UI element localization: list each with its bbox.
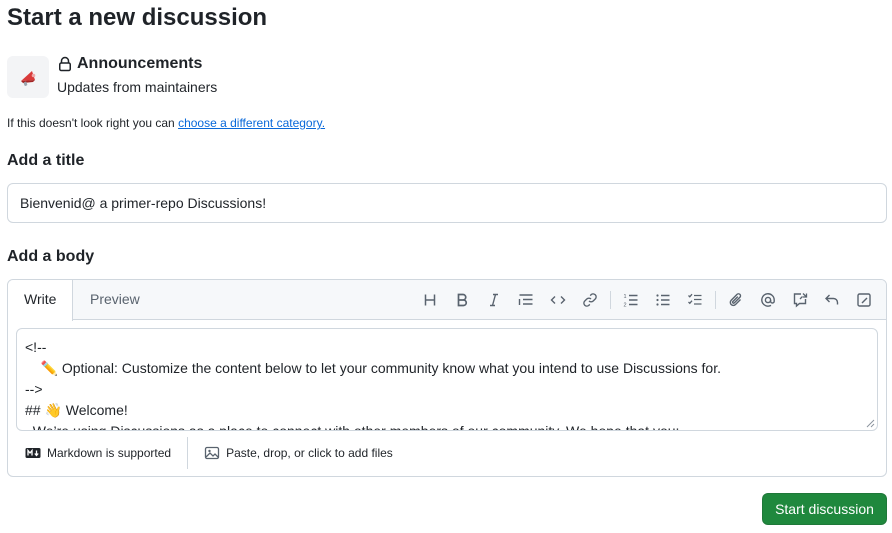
- change-category-link[interactable]: choose a different category.: [178, 116, 325, 130]
- bold-icon[interactable]: [446, 286, 478, 314]
- tab-write[interactable]: Write: [8, 280, 73, 321]
- start-discussion-button[interactable]: Start discussion: [762, 493, 887, 525]
- markdown-help[interactable]: Markdown is supported: [8, 437, 189, 469]
- link-icon[interactable]: [574, 286, 606, 314]
- editor-footer: Markdown is supported Paste, drop, or cl…: [8, 437, 886, 469]
- attach-label: Paste, drop, or click to add files: [226, 446, 393, 460]
- body-line: <!--: [25, 339, 47, 355]
- quote-icon[interactable]: [510, 286, 542, 314]
- fullscreen-icon[interactable]: [848, 286, 880, 314]
- body-line: We’re using Discussions as a place to co…: [25, 423, 680, 431]
- lock-icon: [59, 56, 71, 72]
- editor-header: Write Preview 12: [8, 280, 886, 321]
- task-list-icon[interactable]: [679, 286, 711, 314]
- page-title: Start a new discussion: [7, 4, 268, 31]
- code-icon[interactable]: [542, 286, 574, 314]
- numbered-list-icon[interactable]: 12: [615, 286, 647, 314]
- category-description: Updates from maintainers: [57, 79, 218, 95]
- markdown-label: Markdown is supported: [47, 446, 172, 460]
- reference-icon[interactable]: [784, 286, 816, 314]
- megaphone-icon: [21, 71, 36, 86]
- resize-handle[interactable]: [866, 419, 875, 428]
- title-input[interactable]: [7, 183, 887, 223]
- category-header: Announcements: [57, 55, 202, 73]
- title-label: Add a title: [7, 152, 85, 169]
- bulleted-list-icon[interactable]: [647, 286, 679, 314]
- svg-text:2: 2: [624, 303, 627, 309]
- body-label: Add a body: [7, 248, 95, 265]
- mention-icon[interactable]: [752, 286, 784, 314]
- body-editor: Write Preview 12 <!-- ✏️ Optional: Custo…: [7, 279, 887, 477]
- category-hint: If this doesn't look right you can choos…: [7, 116, 325, 130]
- image-icon: [204, 446, 220, 460]
- italic-icon[interactable]: [478, 286, 510, 314]
- category-icon-tile: [7, 56, 49, 98]
- svg-text:1: 1: [624, 294, 627, 300]
- category-name: Announcements: [77, 55, 203, 72]
- attach-icon[interactable]: [720, 286, 752, 314]
- hint-text: If this doesn't look right you can: [7, 116, 179, 130]
- markdown-toolbar: 12: [414, 280, 880, 320]
- body-line: -->: [25, 381, 43, 397]
- body-textarea[interactable]: <!-- ✏️ Optional: Customize the content …: [16, 328, 878, 431]
- toolbar-divider: [610, 291, 611, 309]
- attach-files[interactable]: Paste, drop, or click to add files: [188, 437, 409, 469]
- undo-icon[interactable]: [816, 286, 848, 314]
- heading-icon[interactable]: [414, 286, 446, 314]
- body-line: ## 👋 Welcome!: [25, 402, 128, 418]
- toolbar-divider: [715, 291, 716, 309]
- tab-preview[interactable]: Preview: [74, 280, 156, 320]
- body-line: ✏️ Optional: Customize the content below…: [25, 360, 721, 376]
- markdown-icon: [25, 448, 41, 458]
